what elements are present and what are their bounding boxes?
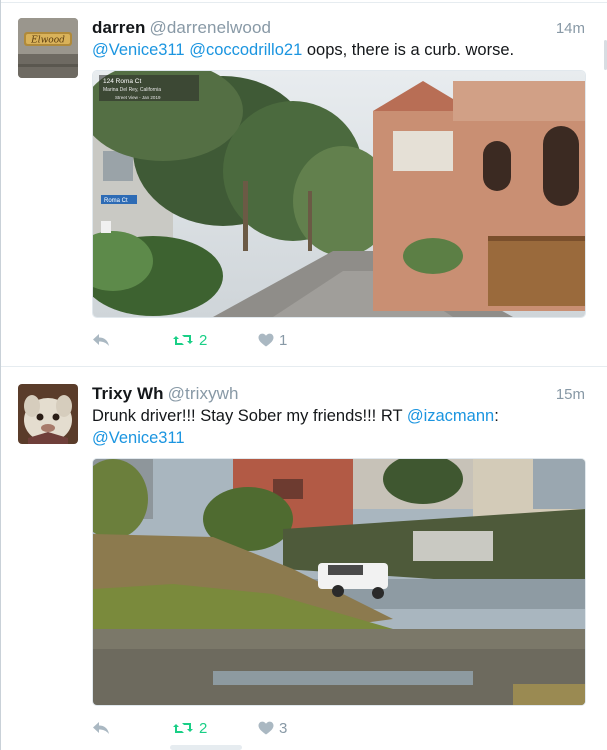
display-name[interactable]: Trixy Wh xyxy=(92,384,164,403)
avatar-logo-text: Elwood xyxy=(30,36,65,46)
mention-link[interactable]: @Venice311 xyxy=(92,41,185,59)
retweet-count: 2 xyxy=(199,719,208,737)
mention-link[interactable]: @Venice311 xyxy=(92,429,185,447)
retweet-icon xyxy=(173,335,193,345)
heart-icon xyxy=(258,721,274,735)
author-handle[interactable]: @trixywh xyxy=(168,384,239,403)
avatar[interactable] xyxy=(18,384,78,444)
like-button[interactable]: 1 xyxy=(258,332,287,349)
avatar-elwood-image: Elwood xyxy=(18,18,78,78)
retweet-button[interactable]: 2 xyxy=(172,332,207,349)
tweet-media-photo[interactable] xyxy=(92,458,586,706)
bottom-scroll-indicator[interactable] xyxy=(170,745,242,750)
heart-icon xyxy=(258,333,274,347)
tweet-text: Drunk driver!!! Stay Sober my friends!!!… xyxy=(92,405,572,449)
timestamp[interactable]: 15m xyxy=(556,386,585,403)
mention-link[interactable]: @izacmann xyxy=(407,407,494,425)
retweet-count: 2 xyxy=(199,331,208,349)
reply-icon xyxy=(93,334,109,346)
sv-address: 124 Roma Ct xyxy=(103,78,141,85)
timestamp[interactable]: 14m xyxy=(556,20,585,37)
timeline-left-border xyxy=(0,0,1,750)
like-button[interactable]: 3 xyxy=(258,720,287,737)
reply-icon xyxy=(93,722,109,734)
avatar[interactable]: Elwood xyxy=(18,18,78,78)
display-name[interactable]: darren xyxy=(92,18,146,37)
sv-city: Marina Del Rey, California xyxy=(103,87,161,93)
tweet-text-part: oops, there is a curb. worse. xyxy=(302,41,515,59)
like-count: 1 xyxy=(279,331,288,349)
crash-photo-image xyxy=(93,459,585,705)
reply-button[interactable] xyxy=(92,721,110,735)
like-count: 3 xyxy=(279,719,288,737)
sv-date: Street View - Jan 2019 xyxy=(115,95,161,100)
tweet-text: @Venice311 @coccodrillo21 oops, there is… xyxy=(92,39,572,61)
tweet-text-part: : xyxy=(494,407,499,425)
tweet-media-street-view[interactable]: 124 Roma Ct Marina Del Rey, California S… xyxy=(92,70,586,318)
avatar-toy-image xyxy=(18,384,78,444)
mention-link[interactable]: @coccodrillo21 xyxy=(189,41,302,59)
separator xyxy=(1,2,607,3)
author-name[interactable]: Trixy Wh @trixywh xyxy=(92,384,239,404)
retweet-button[interactable]: 2 xyxy=(172,720,207,737)
street-sign-text: Roma Ct xyxy=(104,198,128,204)
street-view-image: 124 Roma Ct Marina Del Rey, California S… xyxy=(93,71,585,317)
retweet-icon xyxy=(173,723,193,733)
author-name[interactable]: darren @darrenelwood xyxy=(92,18,271,38)
tweet-text-part: Drunk driver!!! Stay Sober my friends!!!… xyxy=(92,407,407,425)
reply-button[interactable] xyxy=(92,333,110,347)
author-handle[interactable]: @darrenelwood xyxy=(150,18,272,37)
separator xyxy=(1,366,607,367)
